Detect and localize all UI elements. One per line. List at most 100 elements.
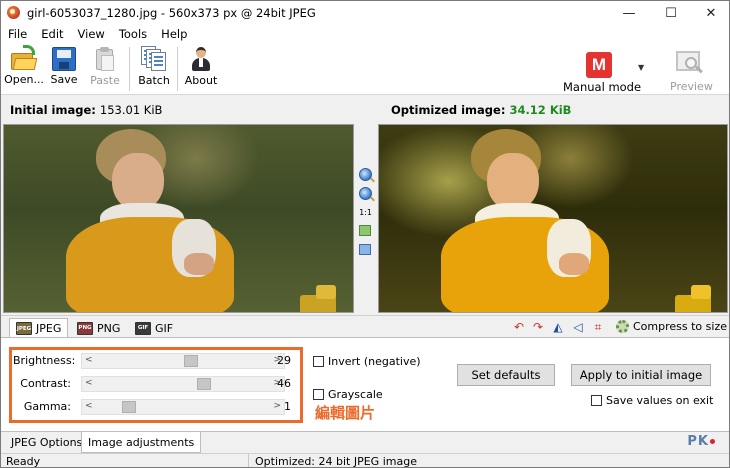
optimized-photo [379,125,727,312]
tab-jpeg[interactable]: JPEG JPEG [9,318,69,338]
fit-window-icon[interactable] [359,225,371,236]
slider-left-arrow-icon[interactable]: < [85,401,93,411]
gamma-label: Gamma: [23,400,71,413]
grayscale-checkbox[interactable] [313,389,324,400]
compress-to-size-button[interactable]: Compress to size [616,320,727,333]
gamma-row: Gamma: < > 1 [13,398,299,416]
grayscale-checkbox-row[interactable]: Grayscale [313,388,383,401]
about-label: About [184,74,218,87]
open-label: Open... [4,73,44,86]
rotate-right-icon[interactable]: ↷ [531,320,545,334]
grayscale-label: Grayscale [328,388,383,401]
brightness-slider[interactable]: < > [81,353,285,369]
tab-gif[interactable]: GIF GIF [129,318,179,338]
title-bar: girl-6053037_1280.jpg - 560x373 px @ 24b… [1,1,729,25]
compress-to-size-label: Compress to size [633,320,727,333]
contrast-value: 46 [277,377,291,390]
app-window: girl-6053037_1280.jpg - 560x373 px @ 24b… [0,0,730,468]
gif-format-icon: GIF [135,321,151,335]
image-adjustments-panel: Brightness: < > 29 Contrast: < > 46 Gamm… [1,337,729,432]
watermark-text: PK [687,434,709,449]
crop-icon[interactable]: ⌗ [591,320,605,334]
tab-jpeg-options[interactable]: JPEG Options [5,432,88,453]
close-button[interactable]: ✕ [691,1,729,25]
initial-image-size: 153.01 KiB [99,103,163,117]
gear-icon [616,320,629,333]
manual-mode-label: Manual mode [563,80,642,94]
save-values-label: Save values on exit [606,394,714,407]
menu-tools[interactable]: Tools [112,25,154,43]
zoom-in-icon[interactable] [359,168,372,181]
toolbar-separator [177,47,178,91]
clipboard-icon [94,46,116,72]
status-ready: Ready [6,455,41,468]
contrast-slider-thumb[interactable] [197,378,212,390]
slider-left-arrow-icon[interactable]: < [85,378,93,388]
contrast-slider[interactable]: < > [81,376,285,392]
tab-png-label: PNG [97,321,121,335]
zoom-out-icon[interactable] [359,187,372,200]
menu-file[interactable]: File [1,25,34,43]
paste-label: Paste [90,74,120,87]
image-size-header: Initial image: 153.01 KiB Optimized imag… [1,96,729,123]
brightness-slider-thumb[interactable] [184,355,199,367]
rotate-left-icon[interactable]: ↶ [512,320,526,334]
set-defaults-button[interactable]: Set defaults [457,364,555,386]
invert-checkbox[interactable] [313,356,324,367]
brightness-label: Brightness: [13,354,76,367]
about-button[interactable]: About [183,45,219,93]
save-label: Save [50,73,78,86]
minimize-button[interactable]: — [609,1,649,25]
contrast-label: Contrast: [20,377,71,390]
brightness-value: 29 [277,354,291,367]
batch-label: Batch [138,74,170,87]
format-tab-bar: JPEG JPEG PNG PNG GIF GIF ↶ ↷ ◭ ◁ ⌗ Comp… [1,315,729,338]
initial-image-label: Initial image: [10,103,96,117]
maximize-button[interactable]: ☐ [651,1,691,25]
status-optimized: Optimized: 24 bit JPEG image [255,455,417,468]
status-bar: Ready Optimized: 24 bit JPEG image [1,453,729,468]
gamma-slider-thumb[interactable] [121,401,136,413]
batch-pages-icon [141,46,167,72]
brightness-row: Brightness: < > 29 [13,352,299,370]
manual-mode-button[interactable]: M [586,52,612,78]
menu-edit[interactable]: Edit [34,25,70,43]
actual-size-button[interactable]: 1:1 [357,208,374,221]
window-title: girl-6053037_1280.jpg - 560x373 px @ 24b… [27,6,316,20]
menu-view[interactable]: View [71,25,112,43]
open-button[interactable]: Open... [4,45,44,93]
gamma-value: 1 [284,400,291,413]
annotation-text: 編輯圖片 [315,404,376,422]
tab-gif-label: GIF [155,321,174,335]
apply-to-initial-image-button[interactable]: Apply to initial image [571,364,711,386]
save-button[interactable]: Save [49,45,79,93]
watermark-logo: PK [687,434,715,449]
menu-help[interactable]: Help [154,25,194,43]
app-logo-icon [7,6,20,19]
slider-left-arrow-icon[interactable]: < [85,355,93,365]
jpeg-format-icon: JPEG [16,322,32,335]
invert-checkbox-row[interactable]: Invert (negative) [313,355,421,368]
tab-image-adjustments[interactable]: Image adjustments [81,432,202,453]
preview-label: Preview [670,80,713,93]
tab-png[interactable]: PNG PNG [71,318,126,338]
toolbar: Open... Save Paste Batch About M ▼ Manua… [1,43,729,95]
mode-dropdown-arrow-icon[interactable]: ▼ [638,63,644,72]
fit-width-icon[interactable] [359,244,371,255]
invert-label: Invert (negative) [328,355,421,368]
flip-horizontal-icon[interactable]: ◭ [551,320,565,334]
contrast-row: Contrast: < > 46 [13,375,299,393]
paste-button[interactable]: Paste [89,45,121,93]
gamma-slider[interactable]: < > [81,399,285,415]
optimized-image-info: Optimized image: 34.12 KiB [391,103,571,117]
save-values-checkbox[interactable] [591,395,602,406]
floppy-disk-icon [52,47,76,71]
options-tab-bar: JPEG Options Image adjustments PK [1,432,729,453]
preview-magnifier-icon[interactable] [676,51,704,77]
initial-image-panel[interactable] [3,124,354,313]
optimized-image-panel[interactable] [378,124,728,313]
flip-vertical-icon[interactable]: ◁ [571,320,585,334]
save-values-on-exit-row[interactable]: Save values on exit [591,394,713,407]
status-separator [248,454,249,467]
batch-button[interactable]: Batch [137,45,171,93]
